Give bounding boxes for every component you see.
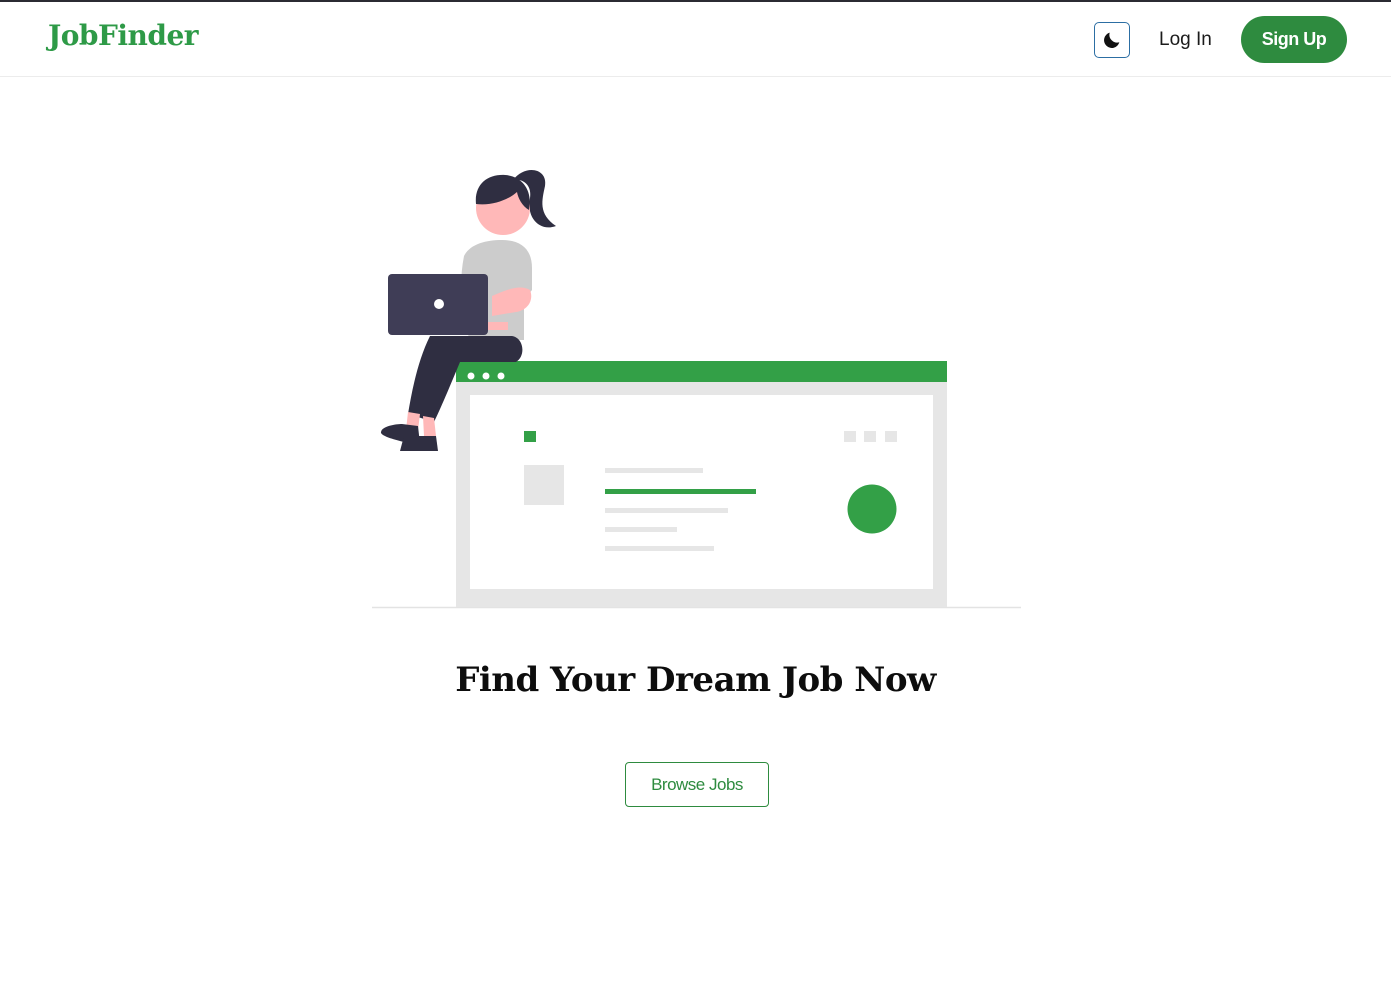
- browser-window-graphic: [456, 361, 947, 608]
- logo[interactable]: JobFinder: [48, 19, 199, 52]
- signup-button[interactable]: Sign Up: [1241, 16, 1347, 63]
- theme-toggle-button[interactable]: [1094, 22, 1130, 58]
- site-header: JobFinder Log In Sign Up: [0, 2, 1391, 77]
- browse-jobs-button[interactable]: Browse Jobs: [625, 762, 769, 807]
- hero-title: Find Your Dream Job Now: [455, 660, 936, 700]
- moon-icon: [1104, 32, 1120, 48]
- login-link[interactable]: Log In: [1159, 29, 1212, 51]
- hero-illustration: [372, 169, 1021, 609]
